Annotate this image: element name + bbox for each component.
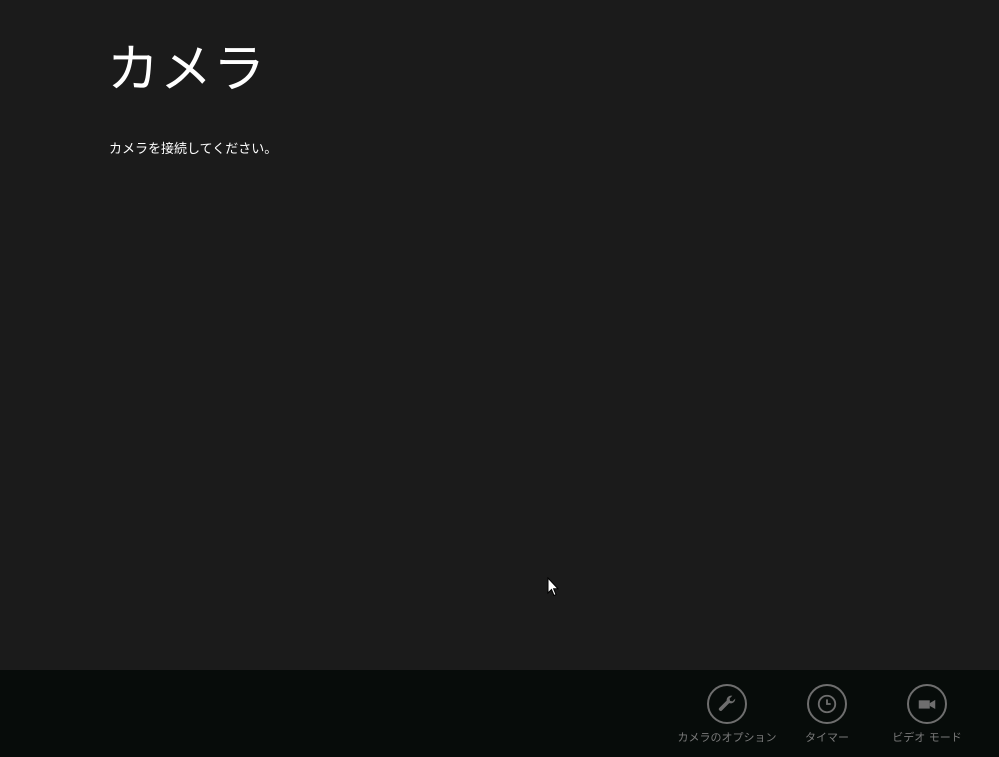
video-mode-circle <box>907 684 947 724</box>
clock-icon <box>817 694 837 714</box>
timer-circle <box>807 684 847 724</box>
app-bar: カメラのオプション タイマー ビデオ モード <box>0 670 999 757</box>
connect-camera-message: カメラを接続してください。 <box>109 142 278 157</box>
video-mode-button[interactable]: ビデオ モード <box>877 684 977 745</box>
camera-options-button[interactable]: カメラのオプション <box>677 684 777 745</box>
video-camera-icon <box>918 699 936 710</box>
camera-options-label: カメラのオプション <box>677 731 777 744</box>
camera-options-circle <box>707 684 747 724</box>
camera-app: カメラ カメラを接続してください。 カメラのオプション タイマー ビデオ モード <box>0 0 999 757</box>
page-title: カメラ <box>107 40 267 100</box>
timer-label: タイマー <box>805 731 849 744</box>
mouse-cursor-icon <box>547 577 559 597</box>
wrench-icon <box>718 695 736 711</box>
timer-button[interactable]: タイマー <box>777 684 877 745</box>
video-mode-label: ビデオ モード <box>892 731 962 744</box>
